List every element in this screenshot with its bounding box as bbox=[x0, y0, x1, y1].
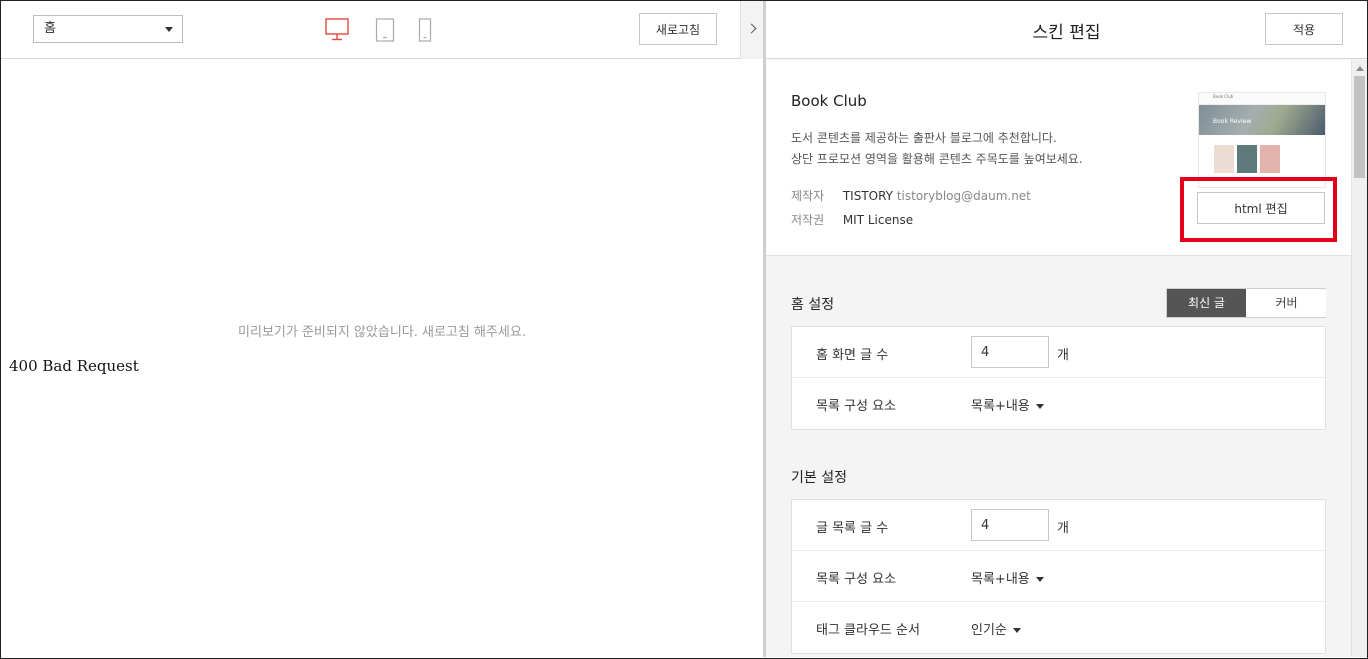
thumbnail-tile bbox=[1237, 145, 1257, 173]
post-list-count-input[interactable] bbox=[971, 509, 1049, 541]
collapse-panel-toggle[interactable] bbox=[740, 1, 763, 59]
setting-row: 글 목록 글 수 개 bbox=[792, 500, 1325, 551]
skin-edit-header: 스킨 편집 적용 bbox=[766, 1, 1367, 59]
thumbnail-top-bar: Book Club bbox=[1199, 93, 1325, 105]
refresh-button[interactable]: 새로고침 bbox=[639, 13, 717, 45]
preview-error-text: 400 Bad Request bbox=[9, 357, 139, 375]
dropdown-value: 목록+내용 bbox=[971, 399, 1030, 414]
scroll-up-arrow-icon[interactable] bbox=[1356, 66, 1364, 71]
thumbnail-hero: Book Review bbox=[1199, 105, 1325, 135]
thumbnail-tile bbox=[1260, 145, 1280, 173]
skin-description: 도서 콘텐츠를 제공하는 출판사 블로그에 추천합니다. 상단 프로모션 영역을… bbox=[791, 128, 1083, 170]
skin-description-line: 도서 콘텐츠를 제공하는 출판사 블로그에 추천합니다. bbox=[791, 131, 1057, 145]
caret-down-icon bbox=[1035, 577, 1044, 582]
preview-panel: 홈 새로고침 미리보기가 준비되지 않았습니다. 새로고침 해주세요. 400 … bbox=[1, 1, 763, 657]
scrollbar-thumb[interactable] bbox=[1354, 76, 1365, 178]
skin-license: 저작권 MIT License bbox=[791, 211, 913, 228]
license-value: MIT License bbox=[842, 213, 914, 227]
dropdown-value: 인기순 bbox=[971, 623, 1007, 638]
home-settings-box: 홈 화면 글 수 개 목록 구성 요소 목록+내용 bbox=[791, 326, 1326, 430]
setting-row: 홈 화면 글 수 개 bbox=[792, 327, 1325, 378]
setting-label: 목록 구성 요소 bbox=[816, 399, 897, 414]
caret-down-icon bbox=[1012, 628, 1021, 633]
setting-row: 목록 구성 요소 목록+내용 bbox=[792, 551, 1325, 602]
tablet-icon[interactable] bbox=[375, 18, 395, 42]
author-name: TISTORY bbox=[842, 189, 893, 203]
caret-down-icon bbox=[165, 27, 173, 32]
skin-description-line: 상단 프로모션 영역을 활용해 콘텐츠 주목도를 높여보세요. bbox=[791, 152, 1083, 166]
page-select[interactable]: 홈 bbox=[33, 15, 183, 43]
basic-settings-title: 기본 설정 bbox=[791, 470, 847, 486]
chevron-right-icon bbox=[746, 23, 757, 34]
setting-unit: 개 bbox=[1057, 348, 1069, 363]
caret-down-icon bbox=[1035, 404, 1044, 409]
desktop-icon[interactable] bbox=[325, 18, 349, 42]
setting-row: 태그 클라우드 순서 인기순 bbox=[792, 602, 1325, 653]
home-list-elements-dropdown[interactable]: 목록+내용 bbox=[971, 395, 1044, 414]
tab-cover[interactable]: 커버 bbox=[1247, 289, 1326, 317]
setting-row: 목록 구성 요소 목록+내용 bbox=[792, 378, 1325, 429]
setting-label: 태그 클라우드 순서 bbox=[816, 623, 920, 638]
thumbnail-bar-text: Book Club bbox=[1213, 94, 1234, 99]
home-mode-toggle: 최신 글 커버 bbox=[1166, 288, 1326, 318]
tag-cloud-order-dropdown[interactable]: 인기순 bbox=[971, 619, 1021, 638]
panel-scrollbar[interactable] bbox=[1351, 60, 1367, 657]
home-settings-title: 홈 설정 bbox=[791, 297, 835, 313]
preview-message: 미리보기가 준비되지 않았습니다. 새로고침 해주세요. bbox=[238, 325, 526, 340]
preview-toolbar: 홈 새로고침 bbox=[1, 1, 763, 59]
skin-author: 제작자 TISTORY tistoryblog@daum.net bbox=[791, 187, 1031, 204]
list-elements-dropdown[interactable]: 목록+내용 bbox=[971, 568, 1044, 587]
mobile-icon[interactable] bbox=[418, 18, 432, 42]
setting-label: 홈 화면 글 수 bbox=[816, 348, 889, 363]
setting-unit: 개 bbox=[1057, 521, 1069, 536]
setting-label: 목록 구성 요소 bbox=[816, 572, 897, 587]
apply-button[interactable]: 적용 bbox=[1265, 13, 1343, 45]
thumbnail-hero-text: Book Review bbox=[1213, 118, 1252, 125]
setting-label: 글 목록 글 수 bbox=[816, 521, 889, 536]
skin-name: Book Club bbox=[791, 92, 867, 110]
author-key: 제작자 bbox=[791, 189, 825, 203]
basic-settings-box: 글 목록 글 수 개 목록 구성 요소 목록+내용 태그 클라우드 순서 인기순 bbox=[791, 499, 1326, 654]
skin-edit-panel: 스킨 편집 적용 Book Club 도서 콘텐츠를 제공하는 출판사 블로그에… bbox=[766, 1, 1367, 657]
html-edit-button[interactable]: html 편집 bbox=[1197, 192, 1325, 224]
skin-thumbnail: Book Club Book Review bbox=[1198, 92, 1326, 188]
dropdown-value: 목록+내용 bbox=[971, 572, 1030, 587]
license-key: 저작권 bbox=[791, 213, 825, 227]
thumbnail-tile bbox=[1214, 145, 1234, 173]
author-email: tistoryblog@daum.net bbox=[896, 189, 1031, 203]
tab-recent-posts[interactable]: 최신 글 bbox=[1167, 289, 1246, 317]
page-select-value: 홈 bbox=[44, 21, 56, 36]
home-post-count-input[interactable] bbox=[971, 336, 1049, 368]
